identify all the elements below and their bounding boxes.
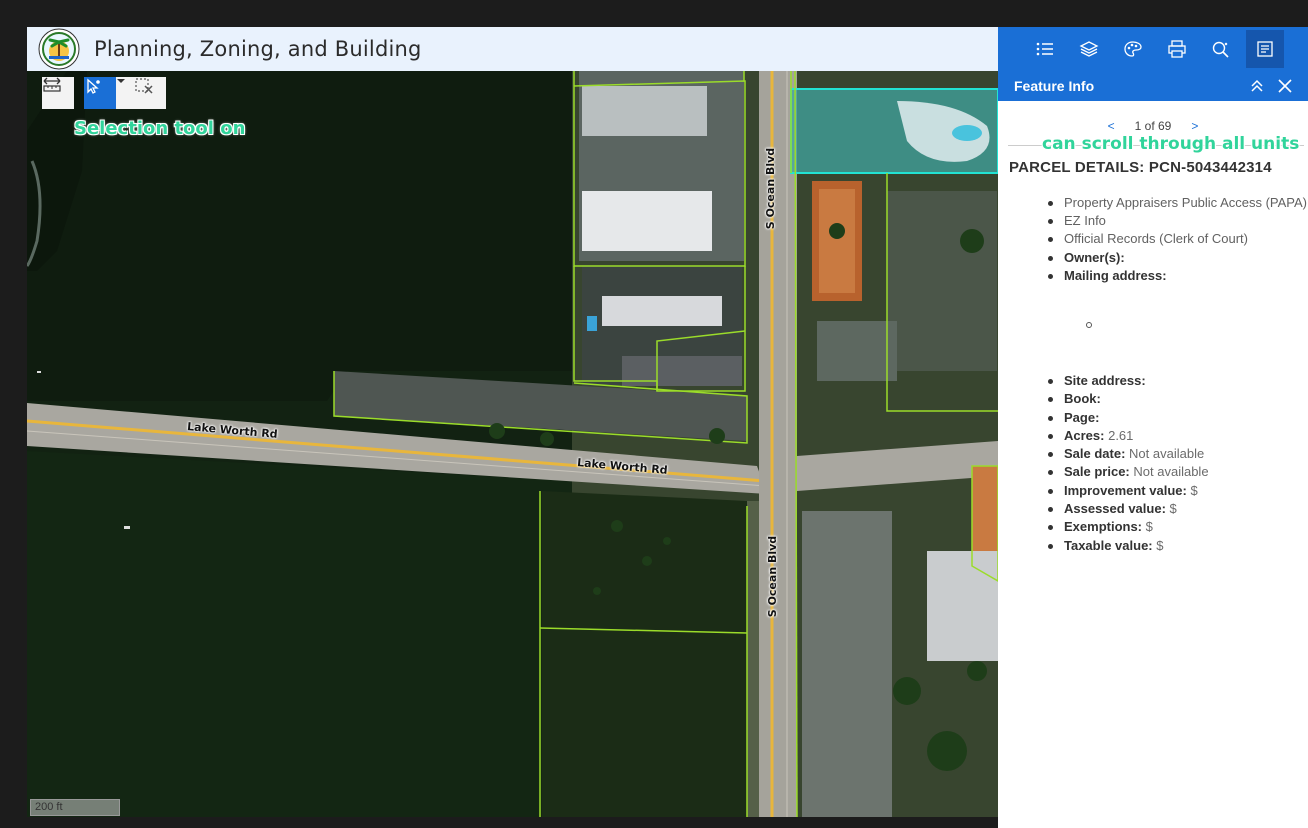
search-button[interactable] (1202, 30, 1240, 68)
double-chevron-up-icon (1251, 79, 1263, 92)
clear-selection-icon (135, 78, 153, 94)
detail-row: Acres: 2.61 (1046, 427, 1209, 445)
scale-bar: 200 ft (30, 799, 120, 816)
detail-label: Book: (1064, 391, 1101, 407)
mailing-address-label: Mailing address: (1064, 267, 1167, 283)
detail-row: Improvement value: $ (1046, 482, 1209, 500)
close-icon (1278, 79, 1292, 93)
basemap-palette-icon (1124, 41, 1142, 57)
list-item[interactable]: Official Records (Clerk of Court) (1046, 230, 1307, 248)
parcel-details-list: Site address: Book: Page: Acres: 2.61 Sa… (1046, 372, 1209, 555)
select-tool-button[interactable] (84, 77, 116, 109)
basemap-button[interactable] (1114, 30, 1152, 68)
legend-list-icon (1036, 42, 1053, 56)
papa-link[interactable]: Property Appraisers Public Access (PAPA) (1064, 195, 1307, 210)
detail-label: Acres: (1064, 427, 1105, 443)
app-title: Planning, Zoning, and Building (94, 37, 422, 61)
feature-info-panel: Feature Info < 1 of 69 > can scroll thro… (998, 71, 1308, 828)
detail-row: Exemptions: $ (1046, 518, 1209, 536)
detail-label: Sale price: (1064, 464, 1130, 480)
select-pointer-icon (87, 78, 100, 94)
layers-icon (1079, 41, 1099, 57)
feature-info-icon (1257, 41, 1273, 57)
dropdown-icon (117, 79, 125, 83)
road-label-s-ocean-blvd: S Ocean Blvd (764, 147, 778, 230)
pager-count: 1 of 69 (1134, 119, 1172, 133)
print-button[interactable] (1158, 30, 1196, 68)
ez-info-link[interactable]: EZ Info (1064, 213, 1106, 228)
detail-value: 2.61 (1108, 427, 1134, 443)
list-item[interactable]: EZ Info (1046, 212, 1307, 230)
measure-icon (43, 77, 61, 92)
detail-label: Taxable value: (1064, 537, 1153, 553)
detail-value: Not available (1133, 464, 1209, 480)
search-icon (1212, 41, 1229, 58)
feature-info-button[interactable] (1246, 30, 1284, 68)
annotation-selection-tool: Selection tool on (74, 118, 246, 139)
list-item[interactable]: Property Appraisers Public Access (PAPA) (1046, 194, 1307, 212)
detail-value: $ (1145, 519, 1153, 535)
widget-toolbar (998, 27, 1308, 71)
previous-feature-button[interactable]: < (1108, 119, 1115, 133)
county-logo-icon (38, 28, 80, 70)
empty-sub-bullet (1086, 322, 1092, 328)
print-icon (1168, 40, 1186, 58)
list-item: Mailing address: (1046, 267, 1307, 285)
panel-title: Feature Info (1014, 78, 1095, 94)
detail-row: Book: (1046, 390, 1209, 408)
detail-label: Improvement value: (1064, 482, 1187, 498)
detail-row: Site address: (1046, 372, 1209, 390)
detail-label: Page: (1064, 409, 1100, 425)
select-tool-dropdown[interactable] (116, 77, 134, 109)
detail-label: Sale date: (1064, 446, 1126, 462)
detail-value: $ (1190, 482, 1198, 498)
detail-row: Page: (1046, 409, 1209, 427)
panel-header: Feature Info (998, 71, 1308, 101)
collapse-panel-button[interactable] (1244, 73, 1270, 99)
map-view[interactable]: Lake Worth Rd Lake Worth Rd S Ocean Blvd… (27, 71, 998, 817)
parcel-details-title: PARCEL DETAILS: PCN-5043442314 (1009, 159, 1272, 176)
detail-label: Site address: (1064, 373, 1146, 388)
detail-row: Taxable value: $ (1046, 537, 1209, 555)
detail-value: $ (1156, 537, 1164, 553)
detail-label: Exemptions: (1064, 519, 1143, 535)
official-records-link[interactable]: Official Records (Clerk of Court) (1064, 231, 1248, 246)
parcel-links-list: Property Appraisers Public Access (PAPA)… (1046, 194, 1307, 285)
close-panel-button[interactable] (1272, 73, 1298, 99)
app-header: Planning, Zoning, and Building (27, 27, 998, 71)
detail-value: Not available (1129, 446, 1205, 462)
annotation-scroll-units: can scroll through all units (1042, 134, 1300, 154)
measure-tool-button[interactable] (42, 77, 74, 109)
next-feature-button[interactable]: > (1191, 119, 1198, 133)
detail-row: Sale date: Not available (1046, 445, 1209, 463)
layers-button[interactable] (1070, 30, 1108, 68)
list-item: Owner(s): (1046, 249, 1307, 267)
legend-button[interactable] (1026, 30, 1064, 68)
detail-row: Sale price: Not available (1046, 463, 1209, 481)
road-label-s-ocean-blvd: S Ocean Blvd (766, 535, 780, 618)
detail-label: Assessed value: (1064, 501, 1166, 517)
owner-label: Owner(s): (1064, 249, 1125, 265)
clear-selection-button[interactable] (134, 77, 166, 109)
aerial-imagery (27, 71, 998, 817)
detail-value: $ (1169, 501, 1177, 517)
detail-row: Assessed value: $ (1046, 500, 1209, 518)
